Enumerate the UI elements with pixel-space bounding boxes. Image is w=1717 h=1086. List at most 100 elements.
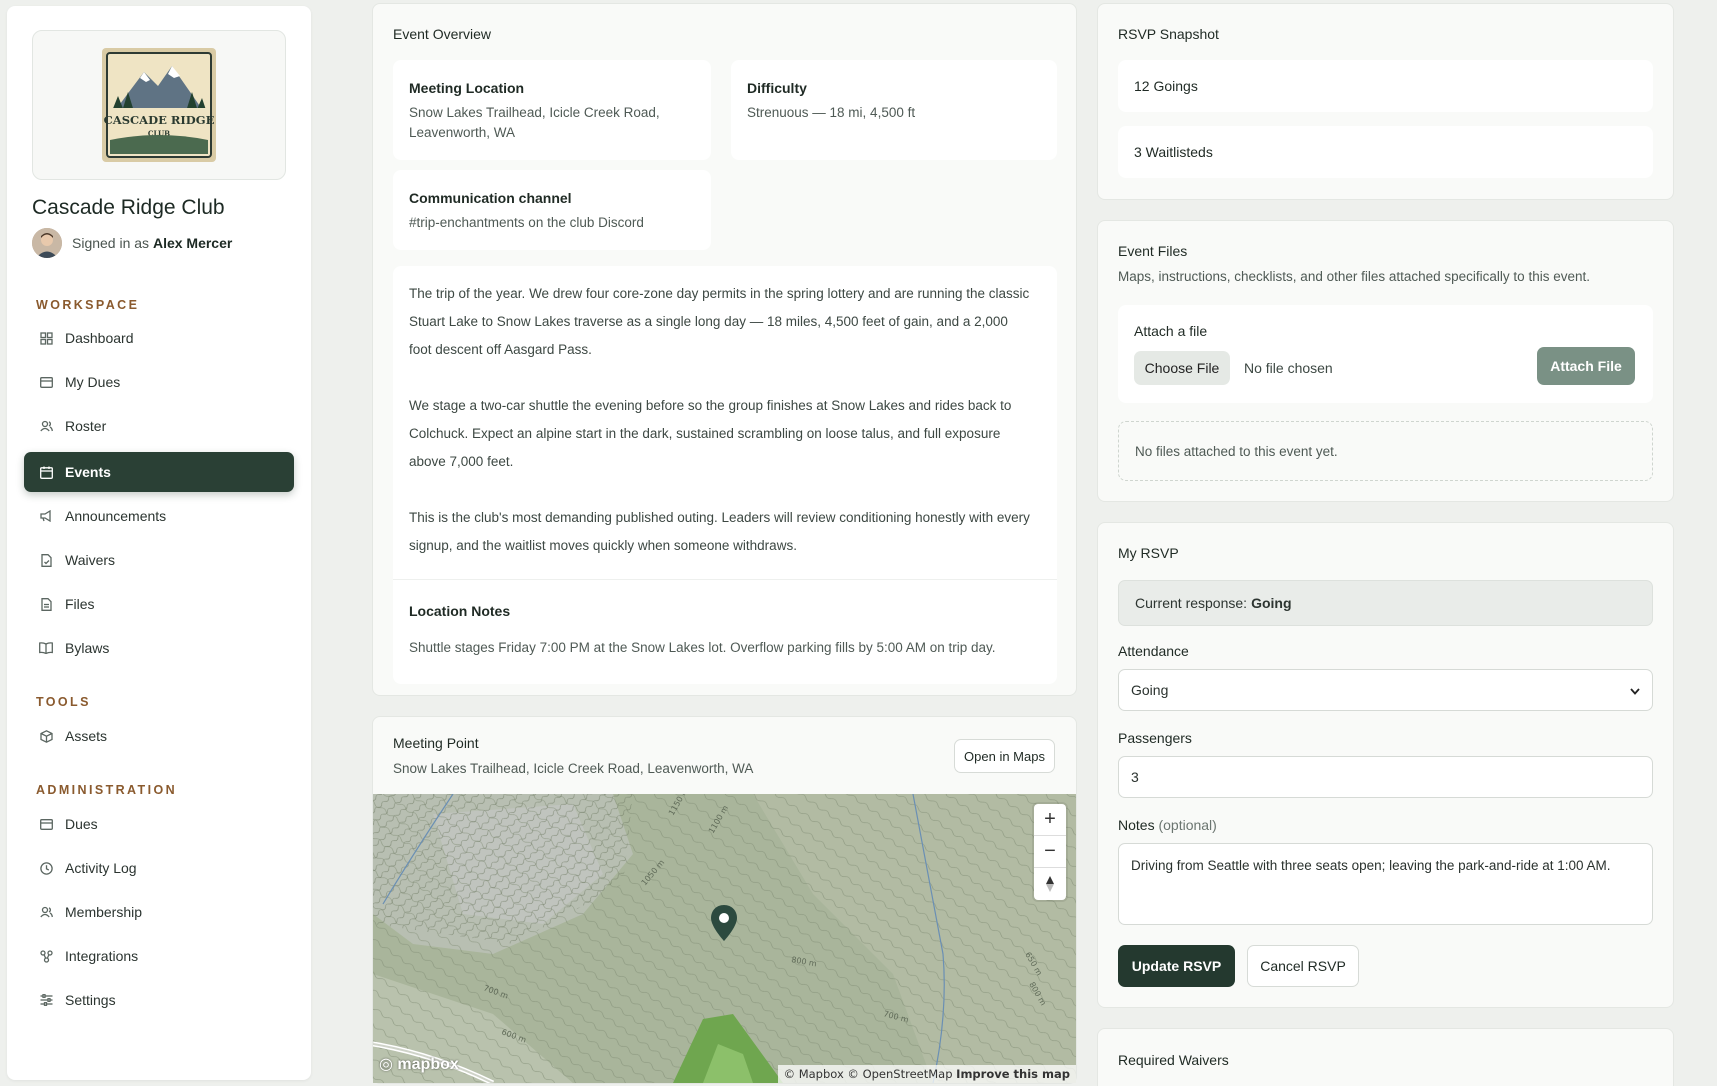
sidebar-item-label: Settings: [65, 992, 116, 1008]
sidebar-item-assets[interactable]: Assets: [24, 716, 294, 756]
files-empty-text: No files attached to this event yet.: [1135, 444, 1338, 459]
file-icon: [39, 597, 53, 611]
document-icon: [39, 553, 53, 567]
map-pin-icon[interactable]: [710, 904, 738, 942]
sliders-icon: [39, 993, 53, 1007]
meeting-location-value: Snow Lakes Trailhead, Icicle Creek Road,…: [409, 105, 660, 140]
files-empty-state: No files attached to this event yet.: [1118, 421, 1653, 481]
section-workspace: WORKSPACE: [36, 298, 140, 312]
meeting-point-map[interactable]: 1150 m 1100 m 1050 m 800 m 700 m 650 m 6…: [373, 794, 1076, 1083]
channel-label: Communication channel: [409, 190, 572, 206]
sidebar-item-integrations[interactable]: Integrations: [24, 936, 294, 976]
description-paragraph: The trip of the year. We drew four core-…: [409, 286, 1030, 357]
notes-label: Notes (optional): [1118, 817, 1217, 833]
passengers-input[interactable]: 3: [1118, 756, 1653, 798]
zoom-out-button[interactable]: −: [1034, 836, 1066, 868]
sidebar-item-roster[interactable]: Roster: [24, 406, 294, 446]
communication-channel-card: Communication channel #trip-enchantments…: [393, 170, 711, 250]
sidebar: CASCADE RIDGE CLUB Cascade Ridge Club Si…: [7, 6, 311, 1080]
event-files-subtitle: Maps, instructions, checklists, and othe…: [1118, 269, 1590, 284]
sidebar-item-label: My Dues: [65, 374, 121, 390]
passengers-label: Passengers: [1118, 730, 1192, 746]
link-icon: [39, 949, 53, 963]
no-file-chosen: No file chosen: [1244, 360, 1333, 376]
meeting-point-title: Meeting Point: [393, 735, 479, 751]
sidebar-item-announcements[interactable]: Announcements: [24, 496, 294, 536]
attach-file-card: Attach a file Choose File No file chosen…: [1118, 305, 1653, 403]
meeting-location-card: Meeting Location Snow Lakes Trailhead, I…: [393, 60, 711, 160]
section-administration: ADMINISTRATION: [36, 783, 177, 797]
notes-optional-hint: (optional): [1158, 817, 1217, 833]
mapbox-logo[interactable]: ◎ mapbox: [379, 1054, 459, 1074]
rsvp-snapshot-panel: RSVP Snapshot 12 Goings 3 Waitlisteds: [1097, 3, 1674, 200]
users-icon: [39, 905, 53, 919]
going-count-card: 12 Goings: [1118, 60, 1653, 112]
sidebar-item-label: Activity Log: [65, 860, 137, 876]
attach-file-button[interactable]: Attach File: [1537, 347, 1635, 385]
zoom-in-button[interactable]: +: [1034, 804, 1066, 836]
sidebar-item-label: Files: [65, 596, 95, 612]
card-icon: [39, 375, 53, 389]
chevron-down-icon: [1630, 682, 1640, 698]
sidebar-item-label: Waivers: [65, 552, 116, 568]
sidebar-item-label: Membership: [65, 904, 143, 920]
sidebar-item-label: Assets: [65, 728, 108, 744]
club-logo: CASCADE RIDGE CLUB: [102, 48, 216, 162]
update-rsvp-button[interactable]: Update RSVP: [1118, 945, 1235, 987]
svg-text:CASCADE RIDGE: CASCADE RIDGE: [104, 113, 215, 127]
description-paragraph: We stage a two-car shuttle the evening b…: [409, 398, 1012, 469]
compass-icon[interactable]: [1034, 868, 1066, 900]
choose-file-button[interactable]: Choose File: [1134, 351, 1230, 385]
my-rsvp-title: My RSVP: [1118, 545, 1179, 561]
attendance-select[interactable]: Going: [1118, 669, 1653, 711]
event-overview-panel: Event Overview Meeting Location Snow Lak…: [372, 3, 1077, 696]
waitlisted-count: 3 Waitlisteds: [1134, 144, 1213, 160]
sidebar-item-label: Events: [65, 464, 111, 480]
sidebar-item-membership[interactable]: Membership: [24, 892, 294, 932]
sidebar-item-dues[interactable]: Dues: [24, 804, 294, 844]
attendance-selected-value: Going: [1131, 682, 1169, 698]
notes-label-text: Notes: [1118, 817, 1155, 833]
location-notes-label: Location Notes: [409, 603, 511, 619]
sidebar-item-bylaws[interactable]: Bylaws: [24, 628, 294, 668]
waitlisted-count-card: 3 Waitlisteds: [1118, 126, 1653, 178]
mapbox-brand-icon: ◎: [379, 1056, 393, 1073]
description-paragraph: This is the club's most demanding publis…: [409, 510, 1030, 553]
sidebar-item-label: Integrations: [65, 948, 139, 964]
sidebar-item-dashboard[interactable]: Dashboard: [24, 318, 294, 358]
sidebar-item-label: Announcements: [65, 508, 167, 524]
improve-map-link[interactable]: Improve this map: [956, 1067, 1070, 1081]
notes-textarea[interactable]: Driving from Seattle with three seats op…: [1118, 843, 1653, 925]
sidebar-item-files[interactable]: Files: [24, 584, 294, 624]
book-icon: [39, 641, 53, 655]
map-attribution: © Mapbox © OpenStreetMap Improve this ma…: [777, 1065, 1076, 1083]
user-name: Alex Mercer: [152, 235, 233, 251]
signed-in-info: Signed in as Alex Mercer: [32, 228, 232, 258]
sidebar-item-events[interactable]: Events: [24, 452, 294, 492]
required-waivers-panel: Required Waivers: [1097, 1028, 1674, 1086]
mapbox-brand-label: mapbox: [397, 1056, 459, 1073]
sidebar-item-my-dues[interactable]: My Dues: [24, 362, 294, 402]
difficulty-value: Strenuous — 18 mi, 4,500 ft: [747, 105, 916, 120]
sidebar-item-settings[interactable]: Settings: [24, 980, 294, 1020]
calendar-icon: [39, 465, 53, 479]
sidebar-item-label: Dashboard: [65, 330, 134, 346]
attach-file-label: Attach a file: [1134, 323, 1208, 339]
required-waivers-title: Required Waivers: [1118, 1052, 1229, 1068]
avatar[interactable]: [32, 228, 62, 258]
description-card: The trip of the year. We drew four core-…: [393, 266, 1057, 684]
current-response-banner: Current response: Going: [1118, 580, 1653, 626]
event-files-panel: Event Files Maps, instructions, checklis…: [1097, 220, 1674, 502]
map-controls: + −: [1034, 804, 1066, 900]
open-in-maps-button[interactable]: Open in Maps: [954, 739, 1055, 773]
card-icon: [39, 817, 53, 831]
attribution-text[interactable]: © Mapbox © OpenStreetMap: [784, 1067, 953, 1081]
grid-icon: [39, 331, 53, 345]
event-overview-title: Event Overview: [393, 26, 492, 42]
sidebar-item-waivers[interactable]: Waivers: [24, 540, 294, 580]
attendance-label: Attendance: [1118, 643, 1189, 659]
my-rsvp-panel: My RSVP Current response: Going Attendan…: [1097, 522, 1674, 1008]
sidebar-item-activity-log[interactable]: Activity Log: [24, 848, 294, 888]
cancel-rsvp-button[interactable]: Cancel RSVP: [1247, 945, 1359, 987]
current-response-label: Current response:: [1135, 595, 1248, 611]
